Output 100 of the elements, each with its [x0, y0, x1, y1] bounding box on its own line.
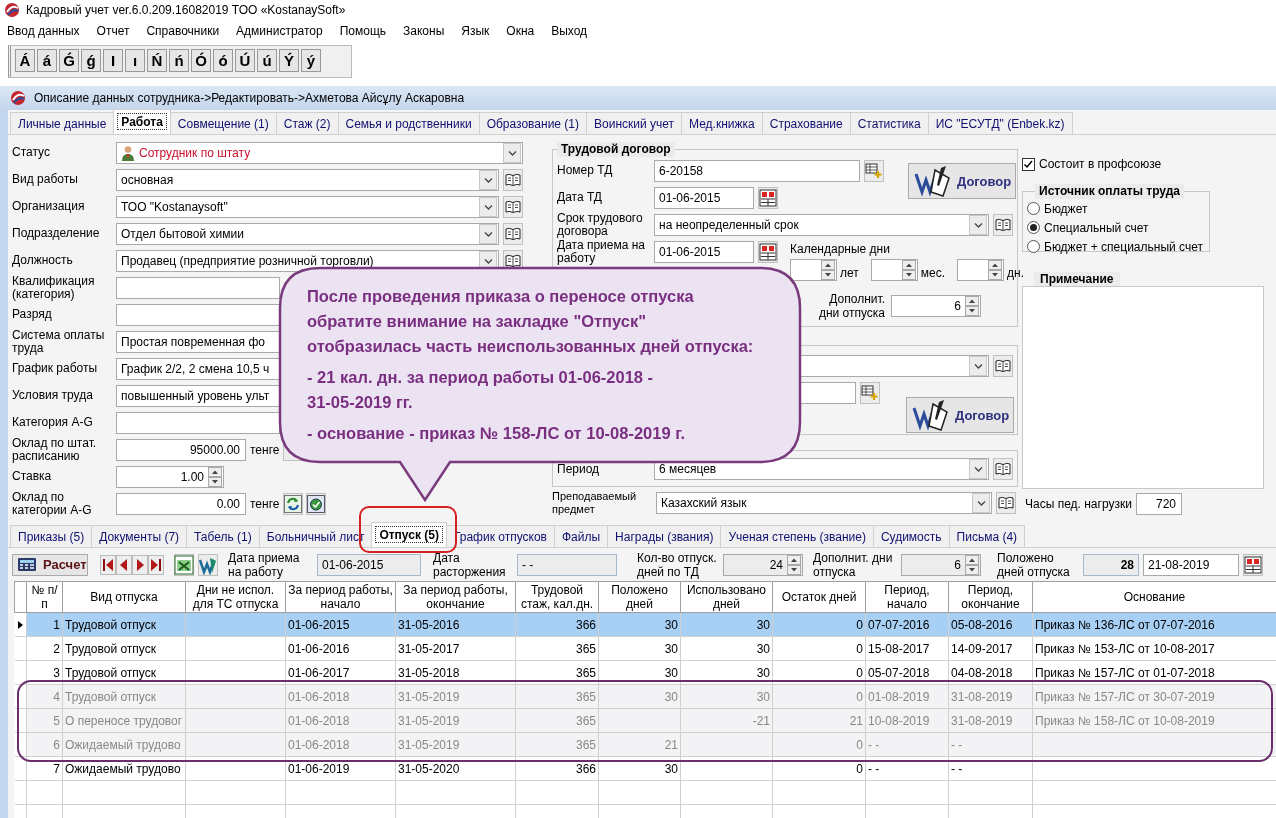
tab[interactable]: Совмещение (1) — [169, 112, 277, 134]
next-record-button[interactable] — [132, 554, 148, 575]
tab[interactable]: Стаж (2) — [275, 112, 339, 134]
letter-button[interactable]: ǵ — [81, 49, 101, 72]
tab[interactable]: Воинский учет — [586, 112, 683, 134]
number-field[interactable]: 6 — [901, 553, 981, 576]
letter-button[interactable]: á — [37, 49, 57, 72]
column-header[interactable]: Период, начало — [865, 581, 949, 613]
menu-item[interactable]: Помощь — [339, 24, 387, 38]
tab[interactable]: Документы (7) — [91, 525, 188, 547]
dictionary-button[interactable] — [503, 168, 523, 191]
column-header[interactable]: Положено дней — [598, 581, 681, 613]
select-field[interactable]: Казахский язык — [656, 491, 992, 514]
spinner-arrows-icon[interactable] — [965, 554, 979, 575]
dropdown-button[interactable] — [972, 492, 990, 513]
number-field[interactable]: 6 — [891, 294, 981, 317]
select-field[interactable] — [116, 303, 280, 326]
dictionary-button[interactable] — [503, 222, 523, 245]
dropdown-button[interactable] — [479, 196, 497, 217]
select-field[interactable]: Простая повременная фо — [116, 330, 280, 353]
text-field[interactable]: 6-20158 — [654, 159, 860, 182]
tab[interactable]: Семья и родственники — [337, 112, 480, 134]
menu-item[interactable]: Отчет — [96, 24, 130, 38]
menu-item[interactable]: Администратор — [236, 24, 323, 38]
calculate-button[interactable]: Расчет — [12, 553, 88, 576]
letter-button[interactable]: ı — [125, 49, 145, 72]
dropdown-button[interactable] — [969, 459, 987, 479]
select-field[interactable]: ТОО "Kostanaysoft" — [116, 195, 499, 218]
spinner-arrows-icon[interactable] — [787, 554, 801, 575]
grid-row[interactable]: 3 Трудовой отпуск 01-06-2017 31-05-2018 365 30 30 0 05-07-2018 04-08-2018 Приказ № 157-ЛС от 01-07-2018 — [14, 660, 1276, 685]
dictionary-button[interactable] — [503, 195, 523, 218]
radio-button[interactable] — [1027, 240, 1040, 253]
menu-item[interactable]: Язык — [461, 24, 490, 38]
grid-row[interactable]: 2 Трудовой отпуск 01-06-2016 31-05-2017 365 30 30 0 15-08-2017 14-09-2017 Приказ № 153-ЛС от 10-08-2017 — [14, 636, 1276, 661]
column-header[interactable]: Дни не испол. для ТС отпуска — [185, 581, 286, 613]
add-button[interactable] — [860, 381, 880, 404]
calendar-button[interactable] — [758, 240, 778, 263]
tab[interactable]: Судимость — [872, 525, 950, 547]
amount-field[interactable]: 95000.00 — [116, 438, 246, 461]
tab[interactable]: Награды (звания) — [607, 525, 722, 547]
calendar-button[interactable] — [758, 186, 778, 209]
dropdown-button[interactable] — [479, 223, 497, 244]
calendar-button[interactable] — [1243, 553, 1263, 576]
tab[interactable]: Работа — [113, 109, 171, 134]
spinner-arrows-icon[interactable] — [965, 295, 979, 316]
column-header[interactable]: Основание — [1032, 581, 1276, 613]
radio-button[interactable] — [1027, 221, 1040, 234]
tab[interactable]: Страхование — [761, 112, 851, 134]
select-field[interactable]: на неопределенный срок — [654, 213, 989, 236]
number-field[interactable] — [957, 259, 1005, 281]
spinner-arrows-icon[interactable] — [821, 260, 835, 280]
spinner-arrows-icon[interactable] — [208, 466, 222, 487]
dropdown-button[interactable] — [969, 214, 987, 235]
number-field[interactable] — [790, 259, 837, 281]
column-header[interactable]: Трудовой стаж, кал.дн. — [515, 581, 599, 613]
letter-button[interactable]: Ǵ — [59, 49, 79, 72]
tab[interactable]: Мед.книжка — [681, 112, 763, 134]
tab[interactable]: Письма (4) — [948, 525, 1026, 547]
date-field[interactable]: 01-06-2015 — [654, 240, 754, 263]
dictionary-button[interactable] — [993, 354, 1013, 377]
column-header[interactable]: Остаток дней — [772, 581, 866, 613]
spinner-arrows-icon[interactable] — [988, 260, 1003, 280]
refresh-button[interactable] — [283, 492, 304, 515]
dictionary-button[interactable] — [996, 491, 1016, 514]
select-field[interactable]: Отдел бытовой химии — [116, 222, 499, 245]
select-field[interactable]: 6 месяцев — [654, 458, 989, 480]
dropdown-button[interactable] — [969, 355, 987, 376]
grid-row[interactable]: 1 Трудовой отпуск 01-06-2015 31-05-2016 366 30 30 0 07-07-2016 05-08-2016 Приказ № 136-ЛС от 07-07-2016 — [14, 612, 1276, 637]
tab[interactable]: Личные данные — [10, 112, 115, 134]
letter-button[interactable]: ý — [301, 49, 321, 72]
column-header[interactable]: За период работы, окончание — [395, 581, 516, 613]
column-header[interactable]: Вид отпуска — [62, 581, 186, 613]
excel-export-button[interactable] — [174, 553, 194, 576]
checkbox[interactable] — [1022, 157, 1035, 171]
previous-record-button[interactable] — [116, 554, 132, 575]
dictionary-button[interactable] — [993, 213, 1013, 236]
menu-item[interactable]: Ввод данных — [7, 24, 80, 38]
letter-button[interactable]: Ú — [235, 49, 255, 72]
column-header[interactable]: № п/п — [26, 581, 63, 613]
select-field[interactable]: Сотрудник по штату — [116, 141, 523, 164]
menu-item[interactable]: Окна — [506, 24, 535, 38]
number-field[interactable]: 720 — [1136, 493, 1182, 515]
letter-button[interactable]: ń — [169, 49, 189, 72]
radio-button[interactable] — [1027, 202, 1040, 215]
letter-button[interactable]: Ý — [279, 49, 299, 72]
notes-field[interactable] — [1022, 286, 1264, 489]
contract-button[interactable]: Договор — [906, 397, 1014, 433]
column-header[interactable]: Период, окончание — [948, 581, 1033, 613]
menu-item[interactable]: Справочники — [146, 24, 220, 38]
tab[interactable]: ИС "ЕСУТД" (Enbek.kz) — [927, 112, 1073, 134]
select-field[interactable]: Продавец (предприятие розничной торговли) — [116, 249, 499, 272]
letter-button[interactable]: I — [103, 49, 123, 72]
select-field[interactable]: повышенный уровень ульт — [116, 384, 280, 407]
grid-row[interactable]: 7 Ожидаемый трудово 01-06-2019 31-05-2020 366 30 0 - - - - — [14, 756, 1276, 781]
dropdown-button[interactable] — [503, 142, 521, 163]
menu-item[interactable]: Выход — [551, 24, 588, 38]
tab[interactable]: Файлы — [553, 525, 609, 547]
spinner-arrows-icon[interactable] — [901, 260, 916, 280]
tab[interactable]: Приказы (5) — [10, 525, 93, 547]
amount-field[interactable]: 0.00 — [116, 492, 246, 515]
